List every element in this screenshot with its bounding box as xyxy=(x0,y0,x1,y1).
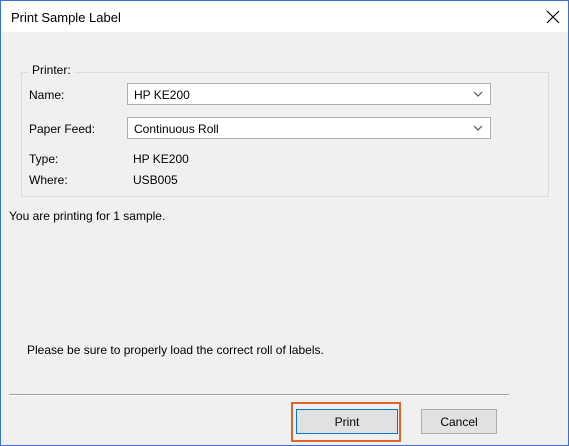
close-button[interactable] xyxy=(538,1,568,32)
type-label: Type: xyxy=(29,152,59,166)
print-button[interactable]: Print xyxy=(296,409,398,434)
cancel-button[interactable]: Cancel xyxy=(421,409,497,434)
printer-name-select[interactable]: HP KE200 xyxy=(127,83,491,105)
printer-name-value: HP KE200 xyxy=(134,88,190,102)
load-notice-text: Please be sure to properly load the corr… xyxy=(27,343,324,357)
paper-feed-label: Paper Feed: xyxy=(29,122,96,136)
close-icon xyxy=(546,10,560,23)
chevron-down-icon xyxy=(473,91,483,97)
title-bar: Print Sample Label xyxy=(1,1,568,32)
printer-group-legend: Printer: xyxy=(29,63,74,77)
name-label: Name: xyxy=(29,88,65,102)
where-label: Where: xyxy=(29,173,68,187)
sample-count-text: You are printing for 1 sample. xyxy=(9,209,166,223)
where-value: USB005 xyxy=(133,173,178,187)
type-value: HP KE200 xyxy=(133,152,189,166)
separator-line xyxy=(9,394,509,396)
window-title: Print Sample Label xyxy=(11,10,121,25)
print-sample-label-dialog: Print Sample Label Printer: Name: HP KE2… xyxy=(0,0,569,446)
paper-feed-select[interactable]: Continuous Roll xyxy=(127,117,491,139)
chevron-down-icon xyxy=(473,125,483,131)
paper-feed-value: Continuous Roll xyxy=(134,122,219,136)
